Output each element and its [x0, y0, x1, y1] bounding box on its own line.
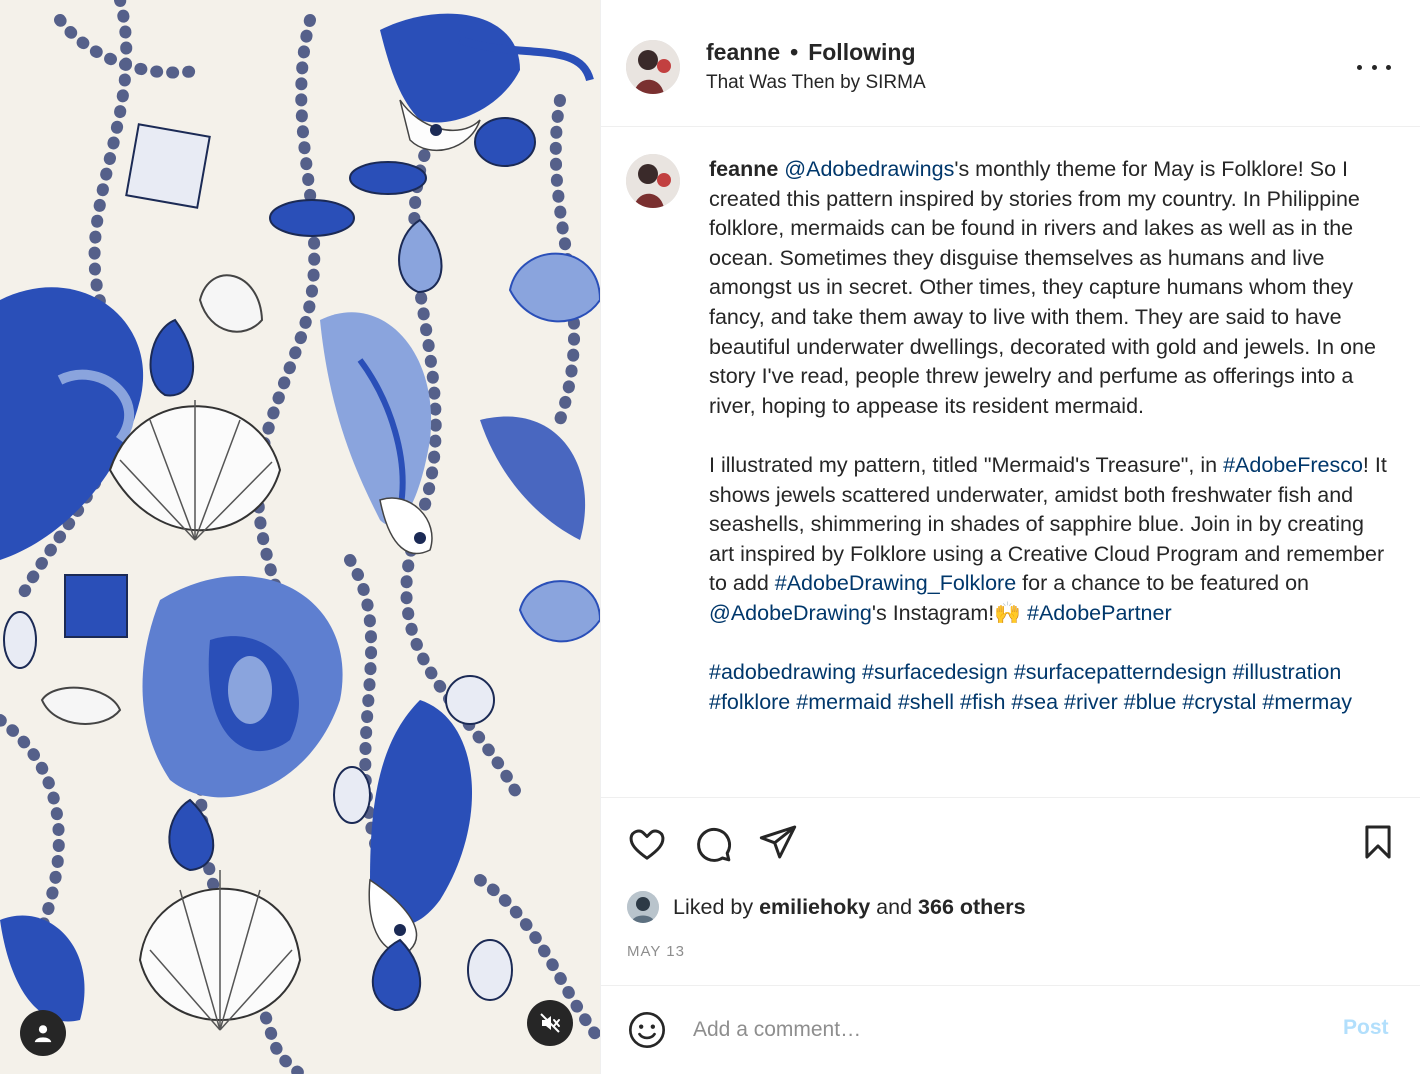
comment-input[interactable]	[693, 1010, 1293, 1050]
ellipsis-icon	[1371, 64, 1377, 70]
post-actions: Liked by emiliehoky and 366 others MAY 1…	[601, 797, 1420, 1072]
caption-text: for a chance to be featured on	[1016, 571, 1310, 596]
hashtag-link[interactable]: #surfacedesign	[862, 660, 1008, 684]
mute-audio-button[interactable]	[527, 1000, 573, 1046]
more-options-button[interactable]	[1357, 55, 1391, 79]
hashtag-link[interactable]: #folklore	[709, 690, 790, 714]
hashtag-link[interactable]: #AdobeDrawing_Folklore	[775, 571, 1016, 595]
post-media[interactable]	[0, 0, 600, 1074]
separator-dot: •	[790, 39, 799, 65]
caption-avatar[interactable]	[626, 154, 680, 208]
hashtag-link[interactable]: #surfacepatterndesign	[1014, 660, 1227, 684]
post-header: feanne • Following That Was Then by SIRMA	[601, 0, 1420, 127]
tagged-users-button[interactable]	[20, 1010, 66, 1056]
smiley-icon	[629, 1012, 665, 1048]
ellipsis-icon	[1357, 64, 1362, 70]
share-button[interactable]	[756, 820, 800, 864]
save-button[interactable]	[1356, 820, 1400, 864]
hashtag-link[interactable]: #river	[1064, 690, 1118, 714]
post-comment-button[interactable]: Post	[1343, 1016, 1389, 1040]
author-username[interactable]: feanne	[706, 39, 780, 65]
caption-text: 's monthly theme for May is Folklore! So…	[709, 157, 1376, 418]
hashtag-link[interactable]: #sea	[1011, 690, 1058, 714]
caption-paragraph-1: feanne @Adobedrawings's monthly theme fo…	[709, 155, 1389, 421]
profile-picture	[626, 154, 680, 208]
user-tag-icon	[34, 1025, 52, 1043]
caption-scroll-area[interactable]: feanne @Adobedrawings's monthly theme fo…	[601, 127, 1420, 797]
post-date[interactable]: MAY 13	[627, 943, 685, 960]
speaker-muted-icon	[540, 1013, 560, 1033]
header-user-line: feanne • Following	[706, 39, 916, 66]
hashtag-link[interactable]: #AdobeFresco	[1223, 453, 1363, 477]
mention-link[interactable]: @Adobedrawings	[784, 157, 954, 181]
hashtag-list: #adobedrawing #surfacedesign #surfacepat…	[709, 658, 1389, 717]
profile-picture	[626, 40, 680, 94]
hashtag-link[interactable]: #blue	[1124, 690, 1177, 714]
post-caption: feanne @Adobedrawings's monthly theme fo…	[709, 155, 1389, 747]
mermaid-treasure-pattern-image	[0, 0, 600, 1074]
hashtag-link[interactable]: #AdobePartner	[1027, 601, 1172, 625]
likes-summary[interactable]: Liked by emiliehoky and 366 others	[627, 890, 1026, 924]
comment-bar: Post	[601, 985, 1420, 1073]
hashtag-link[interactable]: #illustration	[1233, 660, 1342, 684]
paper-plane-icon	[759, 825, 797, 859]
likes-text: Liked by emiliehoky and 366 others	[673, 895, 1026, 920]
avatar[interactable]	[626, 40, 680, 94]
caption-username[interactable]: feanne	[709, 157, 778, 181]
hashtag-link[interactable]: #adobedrawing	[709, 660, 856, 684]
heart-icon	[629, 829, 665, 860]
post-details-panel: feanne • Following That Was Then by SIRMA …	[600, 0, 1420, 1074]
ellipsis-icon	[1386, 64, 1391, 70]
caption-text: 's Instagram!🙌	[871, 600, 1027, 625]
hashtag-link[interactable]: #crystal	[1182, 690, 1256, 714]
hashtag-link[interactable]: #mermaid	[796, 690, 892, 714]
likes-prefix: Liked by	[673, 894, 760, 919]
likes-others-count[interactable]: 366 others	[918, 895, 1026, 919]
liker-username[interactable]: emiliehoky	[759, 895, 870, 919]
avatar	[627, 891, 659, 923]
hashtag-link[interactable]: #fish	[960, 690, 1005, 714]
like-button[interactable]	[625, 822, 669, 866]
hashtag-link[interactable]: #mermay	[1262, 690, 1352, 714]
caption-text: I illustrated my pattern, titled "Mermai…	[709, 452, 1224, 477]
hashtag-link[interactable]: #shell	[898, 690, 954, 714]
audio-track-link[interactable]: That Was Then by SIRMA	[706, 72, 926, 94]
comment-bubble-icon	[697, 827, 732, 862]
bookmark-icon	[1365, 825, 1391, 859]
mention-link[interactable]: @AdobeDrawing	[709, 601, 872, 625]
likes-joiner: and	[870, 894, 919, 919]
comment-button[interactable]	[691, 822, 735, 866]
following-button[interactable]: Following	[808, 39, 915, 65]
emoji-button[interactable]	[625, 1008, 669, 1052]
caption-paragraph-2: I illustrated my pattern, titled "Mermai…	[709, 451, 1389, 629]
